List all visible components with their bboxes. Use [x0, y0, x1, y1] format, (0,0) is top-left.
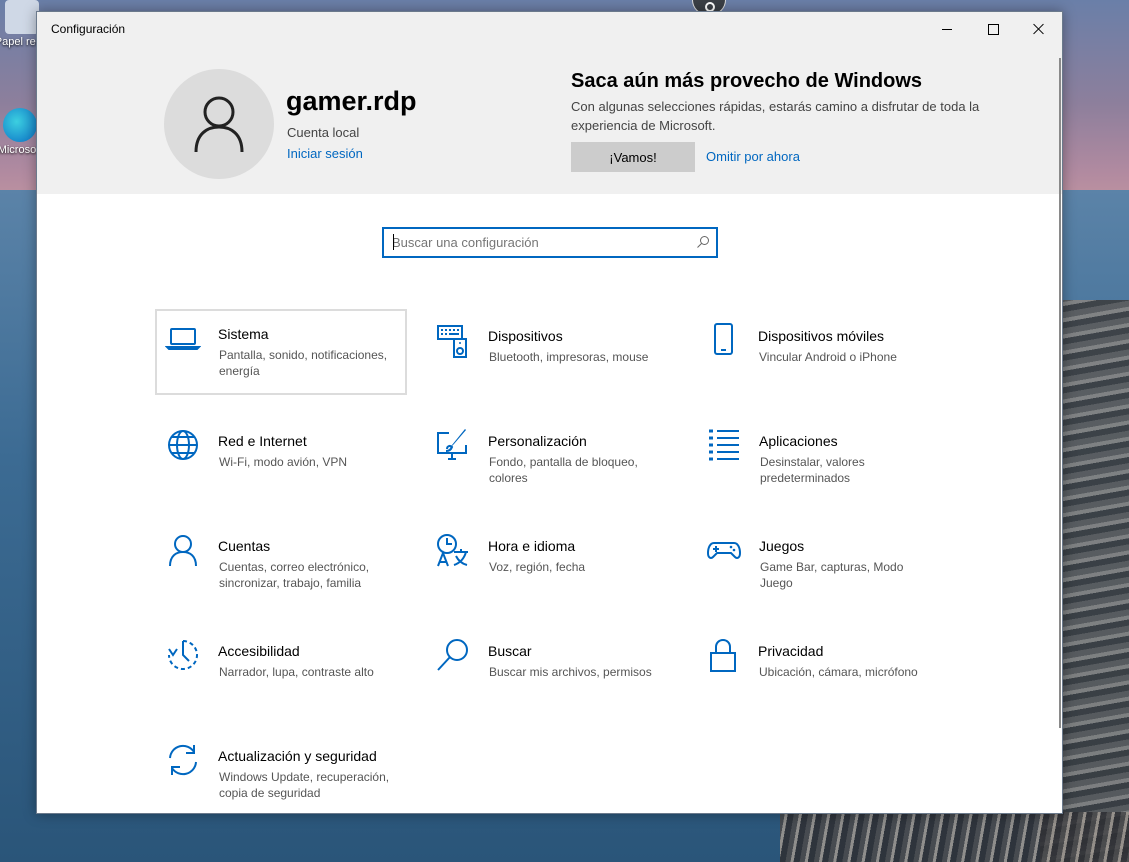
category-desc: Desinstalar, valores predeterminados	[760, 455, 865, 485]
category-red-internet[interactable]: Red e Internet Wi-Fi, modo avión, VPN	[155, 416, 403, 498]
category-aplicaciones[interactable]: Aplicaciones Desinstalar, valores predet…	[696, 416, 944, 498]
title-bar[interactable]: Configuración	[37, 12, 1062, 46]
category-actualizacion-seguridad[interactable]: Actualización y seguridad Windows Update…	[155, 731, 403, 813]
category-name: Hora e idioma	[488, 538, 576, 554]
skip-link[interactable]: Omitir por ahora	[706, 149, 800, 164]
category-desc: Buscar mis archivos, permisos	[489, 665, 652, 679]
category-hora-idioma[interactable]: Hora e idioma Voz, región, fecha	[425, 521, 673, 603]
account-header: gamer.rdp Cuenta local Iniciar sesión Sa…	[37, 46, 1062, 194]
close-icon	[1033, 23, 1045, 35]
category-name: Actualización y seguridad	[218, 748, 377, 764]
category-desc: Bluetooth, impresoras, mouse	[489, 350, 649, 364]
category-name: Personalización	[488, 433, 587, 449]
search-icon[interactable]	[696, 235, 710, 249]
text-caret	[393, 234, 394, 250]
category-name: Red e Internet	[218, 433, 307, 449]
category-name: Aplicaciones	[759, 433, 838, 449]
category-name: Buscar	[488, 643, 532, 659]
user-icon	[194, 96, 244, 153]
maximize-icon	[987, 23, 999, 35]
category-name: Cuentas	[218, 538, 271, 554]
update-icon	[169, 744, 197, 776]
scrollbar[interactable]	[1059, 58, 1061, 728]
category-name: Privacidad	[758, 643, 824, 659]
category-name: Juegos	[759, 538, 805, 554]
category-desc: Wi-Fi, modo avión, VPN	[219, 455, 348, 469]
category-desc: Narrador, lupa, contraste alto	[219, 665, 374, 679]
category-desc: Ubicación, cámara, micrófono	[759, 665, 918, 679]
phone-icon	[714, 323, 733, 355]
apps-list-icon	[709, 429, 739, 461]
time-language-icon	[437, 534, 468, 567]
category-name: Sistema	[218, 326, 269, 342]
category-dispositivos[interactable]: Dispositivos Bluetooth, impresoras, mous…	[425, 311, 673, 393]
wallpaper-pier-bottom	[780, 812, 1129, 862]
signin-link[interactable]: Iniciar sesión	[287, 146, 363, 161]
person-icon	[169, 535, 197, 567]
devices-icon	[437, 325, 467, 358]
category-desc: Vincular Android o iPhone	[759, 350, 897, 364]
category-buscar[interactable]: Buscar Buscar mis archivos, permisos	[425, 626, 673, 708]
category-juegos[interactable]: Juegos Game Bar, capturas, Modo Juego	[696, 521, 944, 603]
vamos-button[interactable]: ¡Vamos!	[571, 142, 695, 172]
accessibility-icon	[168, 640, 198, 670]
category-name: Dispositivos	[488, 328, 563, 344]
category-desc: Fondo, pantalla de bloqueo, colores	[489, 455, 638, 485]
edge-browser-icon	[3, 108, 37, 142]
globe-icon	[168, 430, 198, 460]
category-desc: Cuentas, correo electrónico, sincronizar…	[219, 560, 370, 590]
search-input[interactable]	[392, 231, 682, 253]
category-desc: Pantalla, sonido, notificaciones, energí…	[219, 348, 388, 378]
category-sistema[interactable]: Sistema Pantalla, sonido, notificaciones…	[155, 309, 407, 395]
category-privacidad[interactable]: Privacidad Ubicación, cámara, micrófono	[695, 626, 943, 708]
category-dispositivos-moviles[interactable]: Dispositivos móviles Vincular Android o …	[695, 311, 943, 393]
settings-window: Configuración gamer.rdp Cuenta local Ini…	[36, 11, 1063, 814]
category-desc: Game Bar, capturas, Modo Juego	[760, 560, 904, 590]
category-name: Accesibilidad	[218, 643, 300, 659]
magnifier-icon	[437, 639, 468, 671]
category-name: Dispositivos móviles	[758, 328, 885, 344]
minimize-icon	[942, 28, 952, 30]
gamepad-icon	[706, 542, 742, 559]
search-box[interactable]	[382, 227, 718, 258]
close-button[interactable]	[1016, 12, 1062, 46]
recycle-bin-icon	[5, 0, 39, 34]
category-desc: Windows Update, recuperación, copia de s…	[219, 770, 390, 800]
promo-text: Con algunas selecciones rápidas, estarás…	[571, 99, 980, 133]
minimize-button[interactable]	[924, 12, 970, 46]
category-personalizacion[interactable]: Personalización Fondo, pantalla de bloqu…	[425, 416, 673, 498]
promo-title: Saca aún más provecho de Windows	[571, 70, 923, 92]
account-type: Cuenta local	[287, 125, 360, 140]
paint-icon	[437, 429, 467, 460]
category-cuentas[interactable]: Cuentas Cuentas, correo electrónico, sin…	[155, 521, 403, 603]
lock-icon	[710, 638, 736, 672]
window-title: Configuración	[51, 22, 126, 36]
laptop-icon	[165, 328, 201, 350]
avatar[interactable]	[164, 69, 274, 179]
maximize-button[interactable]	[970, 12, 1016, 46]
category-desc: Voz, región, fecha	[489, 560, 586, 574]
username: gamer.rdp	[286, 86, 417, 116]
category-accesibilidad[interactable]: Accesibilidad Narrador, lupa, contraste …	[155, 626, 403, 708]
